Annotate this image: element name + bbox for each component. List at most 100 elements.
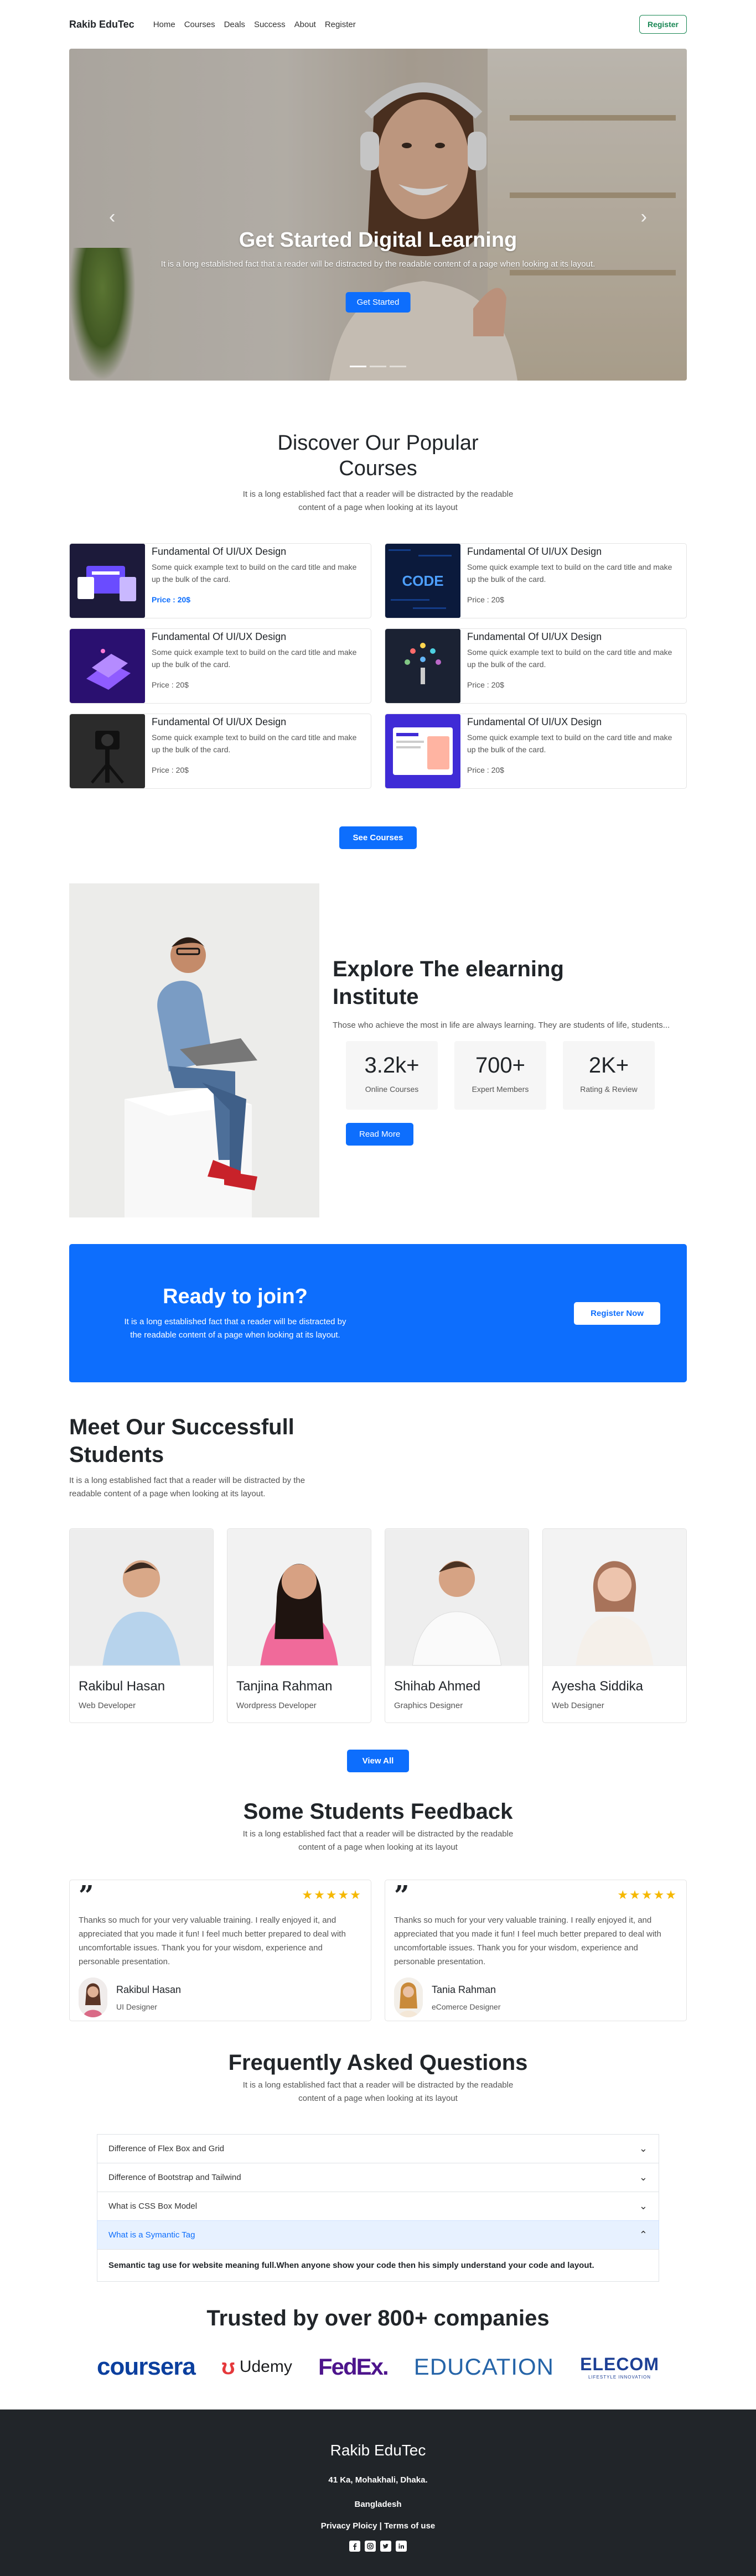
carousel-next-icon[interactable]: › — [641, 206, 647, 228]
footer-address: 41 Ka, Mohakhali, Dhaka. Bangladesh — [0, 2468, 756, 2517]
coursera-logo: coursera — [97, 2353, 196, 2380]
course-thumbnail — [385, 629, 460, 703]
nav-link-home[interactable]: Home — [149, 20, 180, 29]
courses-title: Discover Our Popular Courses — [277, 431, 479, 480]
student-role: Web Designer — [552, 1701, 604, 1710]
footer-links[interactable]: Privacy Ploicy | Terms of use — [0, 2521, 756, 2531]
stat-label: Rating & Review — [580, 1085, 638, 1094]
get-started-button[interactable]: Get Started — [345, 292, 411, 313]
faq-item-open[interactable]: What is a Symantic Tag ⌃ — [97, 2220, 659, 2249]
course-title[interactable]: Fundamental Of UI/UX Design — [467, 546, 679, 558]
student-photo — [543, 1529, 686, 1666]
course-price: Price : 20$ — [152, 680, 189, 689]
view-all-button[interactable]: View All — [347, 1750, 409, 1772]
udemy-mark-icon: ʊ — [221, 2354, 235, 2379]
student-card[interactable]: Rakibul Hasan Web Developer — [69, 1528, 214, 1723]
explore-section: Explore The elearning Institute Those wh… — [69, 883, 687, 1217]
course-grid: Fundamental Of UI/UX Design Some quick ex… — [69, 543, 687, 789]
register-now-button[interactable]: Register Now — [574, 1302, 660, 1325]
footer-brand: Rakib EduTec — [330, 2442, 426, 2459]
faq-question: What is a Symantic Tag — [108, 2230, 195, 2240]
hero-text: It is a long established fact that a rea… — [160, 259, 596, 269]
elecom-logo: ELECOM LIFESTYLE INNOVATION — [580, 2354, 659, 2380]
education-logo: EDUCATION — [413, 2354, 554, 2380]
reviewer-name: Rakibul Hasan — [116, 1984, 182, 1995]
faq-accordion: Difference of Flex Box and Grid ⌄ Differe… — [97, 2134, 659, 2282]
carousel-indicator[interactable] — [370, 366, 386, 367]
rating-stars-icon: ★★★★★ — [302, 1888, 362, 1902]
nav-link-deals[interactable]: Deals — [220, 20, 250, 29]
trusted-title: Trusted by over 800+ companies — [206, 2306, 550, 2330]
twitter-icon[interactable] — [380, 2541, 391, 2552]
faq-item[interactable]: What is CSS Box Model ⌄ — [97, 2192, 659, 2220]
course-price: Price : 20$ — [152, 595, 191, 604]
footer-address-line1: 41 Ka, Mohakhali, Dhaka. — [328, 2475, 428, 2485]
carousel-indicator[interactable] — [390, 366, 406, 367]
carousel-indicator[interactable] — [350, 366, 366, 367]
join-banner: Ready to join? It is a long established … — [69, 1244, 687, 1382]
course-card[interactable]: Fundamental Of UI/UX Design Some quick ex… — [385, 714, 687, 789]
course-price: Price : 20$ — [152, 766, 189, 774]
carousel-prev-icon[interactable]: ‹ — [109, 206, 115, 228]
course-text: Some quick example text to build on the … — [467, 648, 672, 669]
student-name: Ayesha Siddika — [552, 1679, 643, 1694]
feedback-title: Some Students Feedback — [243, 1799, 513, 1824]
student-role: Graphics Designer — [394, 1701, 463, 1710]
stat-value: 3.2k+ — [364, 1053, 420, 1078]
feedback-card: ” ★★★★★ Thanks so much for your very val… — [385, 1880, 687, 2021]
udemy-logo: ʊ Udemy — [221, 2355, 292, 2380]
nav-link-courses[interactable]: Courses — [180, 20, 220, 29]
chevron-down-icon: ⌄ — [639, 2143, 648, 2154]
faq-subtitle: It is a long established fact that a rea… — [242, 2080, 514, 2103]
nav-links: Home Courses Deals Success About Registe… — [149, 20, 360, 29]
see-courses-button[interactable]: See Courses — [339, 826, 417, 849]
course-card[interactable]: Fundamental Of UI/UX Design Some quick ex… — [69, 714, 371, 789]
read-more-button[interactable]: Read More — [346, 1123, 414, 1146]
elecom-tagline: LIFESTYLE INNOVATION — [588, 2375, 651, 2380]
student-card[interactable]: Shihab Ahmed Graphics Designer — [385, 1528, 529, 1723]
course-card[interactable]: Fundamental Of UI/UX Design Some quick ex… — [69, 543, 371, 618]
footer-address-line2: Bangladesh — [354, 2500, 402, 2509]
chevron-down-icon: ⌄ — [639, 2172, 648, 2183]
course-title[interactable]: Fundamental Of UI/UX Design — [467, 631, 679, 643]
feedback-grid: ” ★★★★★ Thanks so much for your very val… — [69, 1880, 687, 2021]
nav-link-about[interactable]: About — [290, 20, 320, 29]
course-title[interactable]: Fundamental Of UI/UX Design — [467, 716, 679, 728]
students-subtitle: It is a long established fact that a rea… — [69, 1476, 305, 1498]
faq-section: Frequently Asked Questions It is a long … — [69, 2050, 687, 2282]
faq-question: Difference of Flex Box and Grid — [108, 2144, 224, 2153]
course-card[interactable]: CODE Fundamental Of UI/UX Design Some qui… — [385, 543, 687, 618]
course-title[interactable]: Fundamental Of UI/UX Design — [152, 631, 363, 643]
course-thumbnail — [70, 629, 145, 703]
nav-link-register[interactable]: Register — [320, 20, 360, 29]
register-button[interactable]: Register — [639, 15, 687, 34]
nav-link-success[interactable]: Success — [250, 20, 290, 29]
course-card[interactable]: Fundamental Of UI/UX Design Some quick ex… — [69, 628, 371, 704]
course-thumbnail — [70, 714, 145, 788]
linkedin-icon[interactable] — [396, 2541, 407, 2552]
reviewer-role: eComerce Designer — [432, 2002, 501, 2011]
student-card[interactable]: Ayesha Siddika Web Designer — [542, 1528, 687, 1723]
students-grid: Rakibul Hasan Web Developer Tanjina Rahma… — [69, 1528, 687, 1723]
faq-item[interactable]: Difference of Bootstrap and Tailwind ⌄ — [97, 2163, 659, 2192]
code-thumb-text: CODE — [402, 573, 443, 589]
brand-logo[interactable]: Rakib EduTec — [69, 19, 134, 30]
stat-card: 2K+ Rating & Review — [563, 1041, 655, 1110]
students-section: Meet Our Successfull Students It is a lo… — [69, 1413, 687, 1501]
fedex-logo: FedEx. — [318, 2354, 389, 2380]
instagram-icon[interactable] — [365, 2541, 376, 2552]
student-photo — [385, 1529, 529, 1666]
course-text: Some quick example text to build on the … — [467, 563, 672, 584]
stat-label: Expert Members — [472, 1085, 529, 1094]
carousel-indicators — [350, 366, 406, 367]
course-title[interactable]: Fundamental Of UI/UX Design — [152, 716, 363, 728]
feedback-card: ” ★★★★★ Thanks so much for your very val… — [69, 1880, 371, 2021]
stat-value: 2K+ — [588, 1053, 629, 1078]
stat-value: 700+ — [475, 1053, 526, 1078]
facebook-icon[interactable] — [349, 2541, 360, 2552]
course-card[interactable]: Fundamental Of UI/UX Design Some quick ex… — [385, 628, 687, 704]
faq-item[interactable]: Difference of Flex Box and Grid ⌄ — [97, 2134, 659, 2163]
student-card[interactable]: Tanjina Rahman Wordpress Developer — [227, 1528, 371, 1723]
stat-label: Online Courses — [365, 1085, 419, 1094]
course-title[interactable]: Fundamental Of UI/UX Design — [152, 546, 363, 558]
